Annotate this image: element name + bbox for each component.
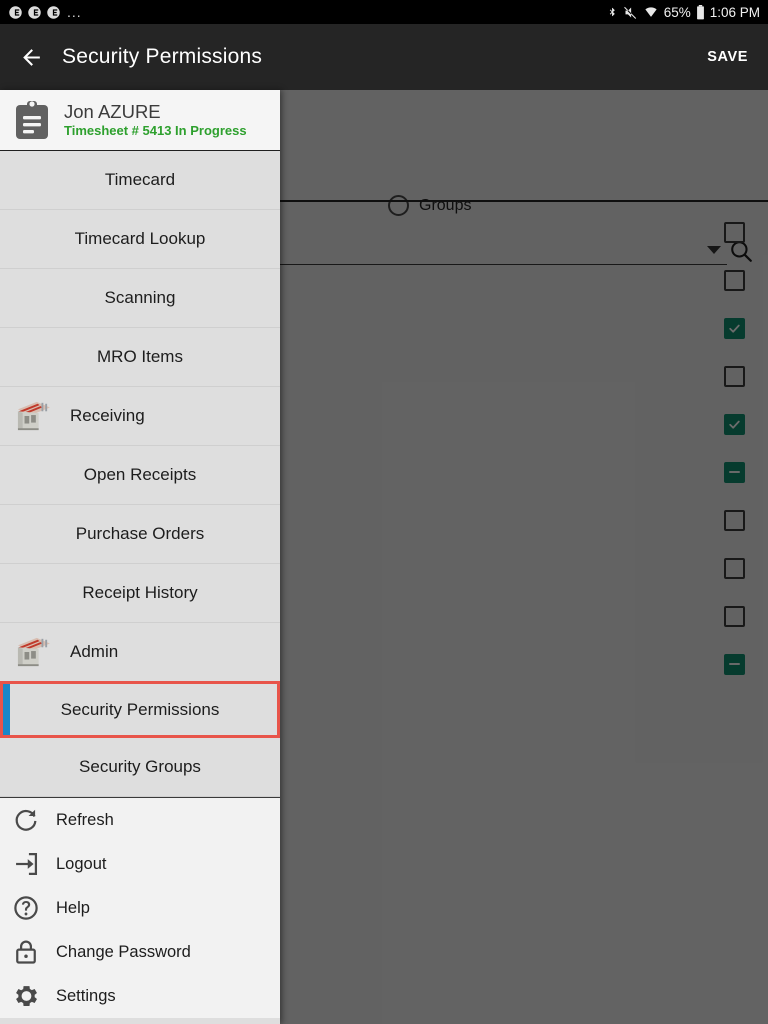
sidebar-item-label: MRO Items <box>97 347 183 366</box>
permission-checkbox-cell[interactable] <box>700 640 768 688</box>
permission-checkbox-off[interactable] <box>723 221 745 243</box>
back-button[interactable] <box>0 45 62 70</box>
app-bar: Security Permissions SAVE <box>0 24 768 90</box>
status-bar: ... 65% 1:06 PM <box>0 0 768 24</box>
sidebar-item-security-permissions[interactable]: Security Permissions <box>0 681 280 738</box>
status-bar-system: 65% 1:06 PM <box>607 4 760 20</box>
clipboard-icon <box>16 101 48 139</box>
sidebar-item-label: Receiving <box>70 406 145 425</box>
sidebar-item-security-groups[interactable]: Security Groups <box>0 738 280 797</box>
sidebar-item-receiving[interactable]: Receiving <box>0 387 280 446</box>
notification-icon <box>28 5 41 19</box>
volume-mute-icon <box>623 6 636 19</box>
drawer-action-refresh[interactable]: Refresh <box>0 798 280 842</box>
clock-label: 1:06 PM <box>709 4 760 20</box>
bluetooth-icon <box>609 7 615 16</box>
permission-checkbox-partial[interactable] <box>723 653 745 675</box>
sidebar-item-label: Purchase Orders <box>75 524 205 543</box>
permission-checkbox-cell[interactable] <box>700 352 768 400</box>
warehouse-icon <box>17 401 50 431</box>
drawer-action-help[interactable]: Help <box>0 886 280 930</box>
indeterminate-icon <box>728 662 740 666</box>
back-arrow-icon <box>22 48 40 66</box>
drawer-action-label: Settings <box>56 986 116 1005</box>
app-screen: ... 65% 1:06 PM Security Permissions SAV… <box>0 0 768 1024</box>
permission-checkbox-on[interactable] <box>723 317 745 339</box>
permission-checkbox-partial[interactable] <box>723 461 745 483</box>
check-icon <box>728 420 740 429</box>
sidebar-item-label: Receipt History <box>82 583 198 602</box>
notification-overflow-label: ... <box>67 4 82 20</box>
sidebar-item-label: Scanning <box>104 288 176 307</box>
sidebar-item-scanning[interactable]: Scanning <box>0 269 280 328</box>
navigation-drawer: Jon AZURE Timesheet # 5413 In Progress T… <box>0 90 280 1024</box>
timesheet-status: Timesheet # 5413 In Progress <box>64 122 247 138</box>
drawer-action-label: Refresh <box>56 810 114 829</box>
permission-checkbox-off[interactable] <box>723 605 745 627</box>
sidebar-item-mro-items[interactable]: MRO Items <box>0 328 280 387</box>
filter-dropdown[interactable] <box>280 235 727 265</box>
sidebar-item-label: Timecard Lookup <box>74 229 206 248</box>
sidebar-item-purchase-orders[interactable]: Purchase Orders <box>0 505 280 564</box>
sidebar-item-timecard-lookup[interactable]: Timecard Lookup <box>0 210 280 269</box>
notification-icon <box>9 5 22 19</box>
logout-icon <box>16 852 38 876</box>
gear-icon <box>16 986 37 1007</box>
sidebar-item-admin[interactable]: Admin <box>0 623 280 682</box>
sidebar-item-open-receipts[interactable]: Open Receipts <box>0 446 280 505</box>
wifi-icon <box>645 6 657 17</box>
sidebar-item-label: Open Receipts <box>83 465 197 484</box>
battery-percent-label: 65% <box>663 4 691 20</box>
sidebar-item-label: Timecard <box>104 170 176 189</box>
check-icon <box>728 324 740 333</box>
sidebar-item-label: Admin <box>70 642 119 661</box>
page-title: Security Permissions <box>62 45 263 68</box>
drawer-action-logout[interactable]: Logout <box>0 842 280 886</box>
sidebar-item-label: Security Permissions <box>60 699 220 719</box>
permission-checkbox-cell[interactable] <box>700 256 768 304</box>
drawer-action-label: Change Password <box>56 942 191 961</box>
user-name: Jon AZURE <box>64 101 161 123</box>
selection-accent-bar <box>3 684 10 735</box>
help-icon <box>14 896 38 920</box>
drawer-user-info: Jon AZURE Timesheet # 5413 In Progress <box>64 101 247 138</box>
drawer-action-label: Logout <box>56 854 107 873</box>
permission-checkbox-cell[interactable] <box>700 448 768 496</box>
drawer-header: Jon AZURE Timesheet # 5413 In Progress <box>0 90 280 151</box>
warehouse-icon <box>17 637 50 667</box>
permission-checkbox-off[interactable] <box>723 557 745 579</box>
permission-checkbox-off[interactable] <box>723 509 745 531</box>
refresh-icon <box>15 809 37 831</box>
permission-checkbox-cell[interactable] <box>700 496 768 544</box>
permission-checkbox-column <box>700 208 768 688</box>
permission-checkbox-cell[interactable] <box>700 544 768 592</box>
permission-checkbox-cell[interactable] <box>700 400 768 448</box>
save-button[interactable]: SAVE <box>707 49 748 65</box>
notification-icon <box>47 5 60 19</box>
sidebar-item-timecard[interactable]: Timecard <box>0 151 280 210</box>
status-bar-notifications: ... <box>8 4 82 20</box>
permission-checkbox-on[interactable] <box>723 413 745 435</box>
permission-checkbox-cell[interactable] <box>700 592 768 640</box>
permission-checkbox-off[interactable] <box>723 269 745 291</box>
indeterminate-icon <box>728 470 740 474</box>
drawer-action-settings[interactable]: Settings <box>0 974 280 1018</box>
drawer-action-change-password[interactable]: Change Password <box>0 930 280 974</box>
sidebar-item-label: Security Groups <box>79 757 201 776</box>
drawer-nav-list: Timecard Timecard Lookup Scanning MRO Items… <box>0 151 280 797</box>
groups-radio[interactable]: Groups <box>388 195 471 216</box>
permission-checkbox-cell[interactable] <box>700 208 768 256</box>
lock-icon <box>16 940 36 964</box>
permission-checkbox-off[interactable] <box>723 365 745 387</box>
drawer-action-label: Help <box>56 898 90 917</box>
drawer-footer: Refresh Logout Help Change Password Settings <box>0 797 280 1018</box>
battery-icon <box>696 4 704 19</box>
permission-checkbox-cell[interactable] <box>700 304 768 352</box>
radio-circle-icon <box>388 195 409 216</box>
sidebar-item-receipt-history[interactable]: Receipt History <box>0 564 280 623</box>
